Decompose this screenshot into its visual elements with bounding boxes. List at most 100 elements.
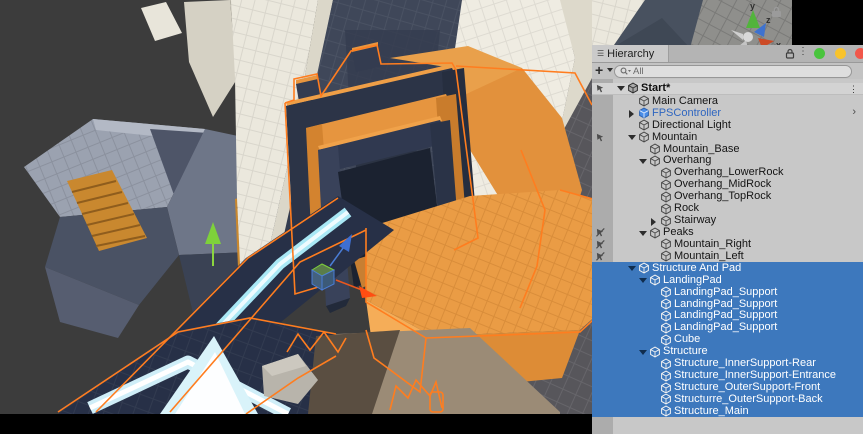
hierarchy-titlebar[interactable]: ☰ Hierarchy ⋮ [592, 45, 863, 63]
add-dropdown-caret[interactable] [607, 68, 613, 72]
pick-disabled-icon[interactable] [596, 240, 605, 249]
hierarchy-row[interactable]: Mountain_Left [592, 250, 863, 262]
cube-icon [660, 322, 672, 334]
pick-toggle-icon[interactable] [596, 84, 605, 93]
hierarchy-row[interactable]: Overhang [592, 155, 863, 167]
hierarchy-row[interactable]: LandingPad [592, 274, 863, 286]
window-button-red[interactable] [855, 48, 863, 59]
cube-icon [649, 143, 661, 155]
hierarchy-row[interactable]: LandingPad_Support [592, 322, 863, 334]
hierarchy-tab-icon: ☰ [597, 49, 604, 58]
axis-label-z: z [766, 15, 771, 25]
hierarchy-row[interactable]: Structure_OuterSupport-Front [592, 382, 863, 394]
hierarchy-row[interactable]: Main Camera [592, 95, 863, 107]
row-label: Mountain_Right [674, 239, 751, 250]
row-kebab-icon[interactable]: ⋮ [849, 83, 858, 95]
hierarchy-row[interactable]: Peaks [592, 227, 863, 239]
lock-icon[interactable] [785, 48, 795, 59]
cube-icon [660, 393, 672, 405]
hierarchy-row[interactable]: FPSController › [592, 107, 863, 119]
kebab-menu-icon[interactable]: ⋮ [798, 46, 808, 57]
hierarchy-row[interactable]: Overhang_LowerRock [592, 167, 863, 179]
cube-icon [660, 167, 672, 179]
hierarchy-row[interactable]: Structure_InnerSupport-Entrance [592, 370, 863, 382]
row-label: Overhang_LowerRock [674, 167, 783, 178]
hierarchy-tab-label: Hierarchy [607, 48, 654, 60]
cube-icon [660, 334, 672, 346]
expand-arrow [649, 406, 660, 416]
row-label: Structure_InnerSupport-Entrance [674, 370, 836, 381]
cube-icon [638, 95, 650, 107]
cube-icon [660, 179, 672, 191]
expand-arrow[interactable] [627, 132, 638, 142]
cube-icon [660, 203, 672, 215]
search-input[interactable]: All [614, 65, 852, 78]
prefab-icon [638, 107, 650, 119]
expand-arrow [649, 311, 660, 321]
row-label: Start* [641, 83, 670, 94]
cube-icon [660, 358, 672, 370]
expand-arrow[interactable] [627, 108, 638, 118]
hierarchy-row[interactable]: Directional Light [592, 119, 863, 131]
cube-icon [660, 405, 672, 417]
hierarchy-row[interactable]: Start* ⋮ [592, 83, 863, 96]
hierarchy-row[interactable]: LandingPad_Support [592, 286, 863, 298]
prefab-open-chevron[interactable]: › [852, 106, 856, 118]
expand-arrow [649, 323, 660, 333]
expand-arrow[interactable] [638, 275, 649, 285]
window-button-green[interactable] [814, 48, 825, 59]
hierarchy-row[interactable]: Overhang_MidRock [592, 179, 863, 191]
cube-icon [660, 298, 672, 310]
expand-arrow[interactable] [649, 216, 660, 226]
row-label: Structure_InnerSupport-Rear [674, 358, 816, 369]
hierarchy-row[interactable]: Stairway [592, 215, 863, 227]
hierarchy-row[interactable]: Cube [592, 334, 863, 346]
gizmo-center-cube[interactable] [312, 264, 334, 290]
cube-icon [660, 238, 672, 250]
cube-icon [638, 262, 650, 274]
row-label: Directional Light [652, 120, 731, 131]
hierarchy-row[interactable]: Structure_Main [592, 405, 863, 417]
search-value: All [633, 66, 644, 77]
expand-arrow [649, 251, 660, 261]
cube-icon [660, 370, 672, 382]
cube-icon [660, 250, 672, 262]
expand-arrow[interactable] [638, 156, 649, 166]
window-button-yellow[interactable] [835, 48, 846, 59]
hierarchy-row[interactable]: Structure [592, 346, 863, 358]
expand-arrow [649, 335, 660, 345]
row-label: Structure_Main [674, 406, 749, 417]
row-label: FPSController [652, 108, 721, 119]
hierarchy-row[interactable]: Overhang_TopRock [592, 191, 863, 203]
hierarchy-row[interactable]: LandingPad_Support [592, 310, 863, 322]
tab-hierarchy[interactable]: ☰ Hierarchy [592, 45, 669, 62]
cube-icon [649, 155, 661, 167]
add-object-button[interactable]: + [595, 62, 603, 78]
hierarchy-row[interactable]: Structure And Pad [592, 262, 863, 274]
expand-arrow[interactable] [627, 263, 638, 273]
hierarchy-tree: Start* ⋮ Main Camera FPSController › Direc… [592, 83, 863, 418]
row-label: Structure [663, 346, 708, 357]
hierarchy-row[interactable]: LandingPad_Support [592, 298, 863, 310]
hierarchy-row[interactable]: Rock [592, 203, 863, 215]
expand-arrow[interactable] [638, 228, 649, 238]
pick-toggle-icon[interactable] [596, 133, 605, 142]
expand-arrow[interactable] [638, 347, 649, 357]
pick-disabled-icon[interactable] [596, 228, 605, 237]
expand-arrow [649, 180, 660, 190]
hierarchy-row[interactable]: Structurre_OuterSupport-Back [592, 393, 863, 405]
hierarchy-row[interactable]: Mountain_Base [592, 143, 863, 155]
row-label: Structure And Pad [652, 263, 741, 274]
hierarchy-row[interactable]: Mountain_Right [592, 238, 863, 250]
cube-icon [660, 215, 672, 227]
unity-editor: y z x ☰ Hierarchy ⋮ + All [0, 0, 863, 434]
expand-arrow [649, 239, 660, 249]
hierarchy-row[interactable]: Structure_InnerSupport-Rear [592, 358, 863, 370]
row-label: LandingPad_Support [674, 287, 777, 298]
hierarchy-row[interactable]: Mountain [592, 131, 863, 143]
axis-label-y: y [750, 1, 755, 11]
expand-arrow[interactable] [616, 83, 627, 93]
expand-arrow [627, 96, 638, 106]
pick-disabled-icon[interactable] [596, 252, 605, 261]
row-label: Overhang_TopRock [674, 191, 771, 202]
